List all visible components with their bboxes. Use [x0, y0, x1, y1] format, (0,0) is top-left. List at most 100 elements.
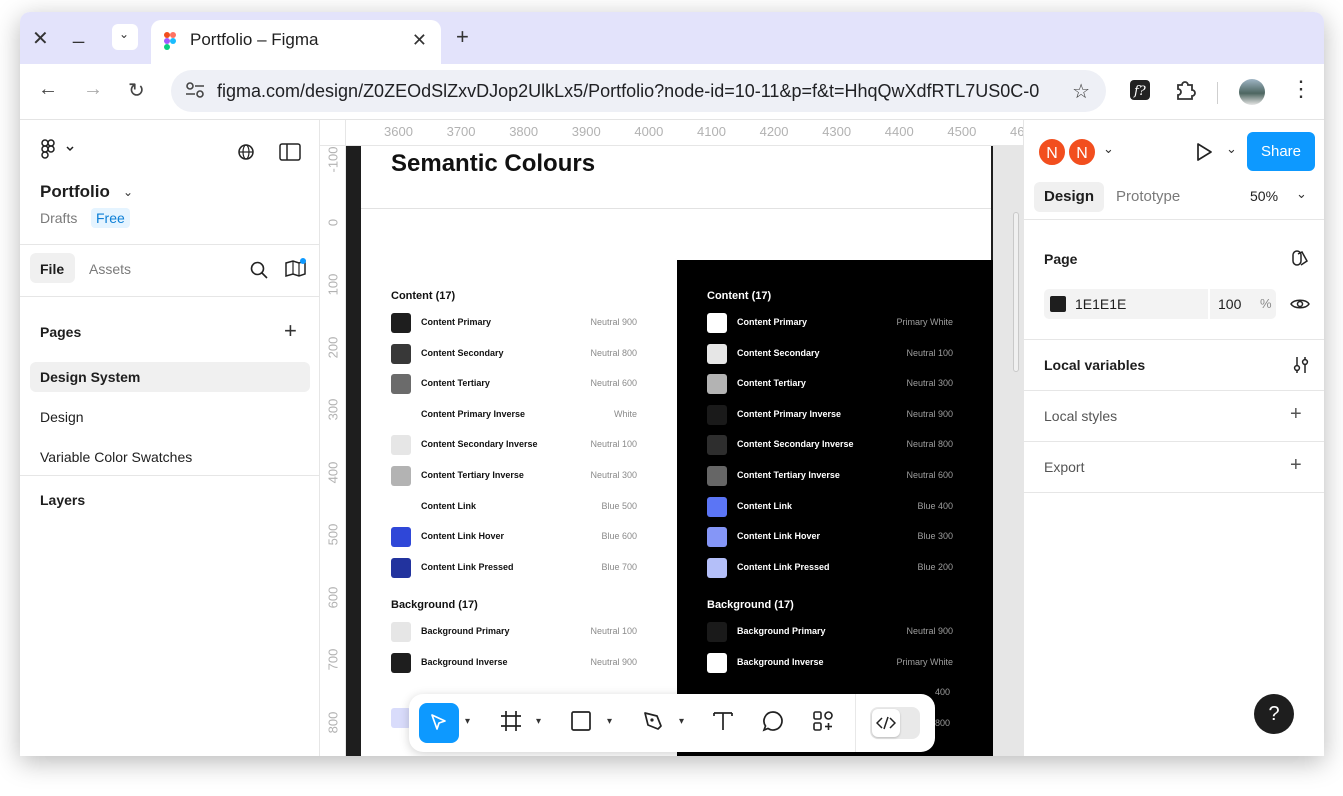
globe-icon[interactable] — [236, 142, 256, 167]
close-window-icon[interactable]: ✕ — [32, 26, 49, 51]
bookmark-star-icon[interactable]: ☆ — [1072, 79, 1090, 104]
color-swatch[interactable] — [1050, 296, 1066, 312]
swatch-row[interactable]: Content Secondary Neutral 100 — [707, 343, 953, 364]
extension-fx-icon[interactable]: f? — [1129, 79, 1151, 106]
tab-assets[interactable]: Assets — [89, 261, 131, 277]
swatch-token-value: Neutral 900 — [906, 408, 953, 419]
swatch-row[interactable]: Content Primary Inverse Neutral 900 — [707, 404, 953, 425]
swatch-row[interactable]: Content Link Blue 400 — [707, 496, 953, 517]
chevron-down-icon[interactable]: ⌄ — [1103, 141, 1114, 157]
swatch-row[interactable]: Content Link Hover Blue 600 — [391, 527, 637, 548]
swatch-row[interactable]: Background Inverse Neutral 900 — [391, 652, 637, 673]
move-tool-button[interactable] — [419, 703, 459, 743]
swatch-row[interactable]: Content Tertiary Inverse Neutral 300 — [391, 466, 637, 486]
minimize-window-icon[interactable]: _ — [73, 22, 84, 45]
browser-menu-icon[interactable]: ⋮ — [1290, 76, 1312, 102]
swatch-row[interactable]: Content Primary Primary White — [707, 313, 953, 333]
vertical-scrollbar[interactable] — [1013, 212, 1019, 372]
chevron-down-icon[interactable]: ▾ — [465, 716, 470, 727]
page-background-color-field[interactable]: 1E1E1E 100 % — [1044, 289, 1276, 319]
search-icon[interactable] — [249, 260, 269, 285]
color-hex-value[interactable]: 1E1E1E — [1075, 296, 1126, 312]
tab-file[interactable]: File — [40, 261, 64, 277]
swatch-token-value: Neutral 600 — [590, 378, 637, 389]
swatch-row[interactable]: Content Secondary Inverse Neutral 100 — [391, 435, 637, 456]
add-page-icon[interactable]: + — [284, 318, 297, 344]
swatch-token-value: Neutral 900 — [590, 656, 637, 667]
color-swatch — [707, 496, 727, 517]
present-play-icon[interactable] — [1194, 141, 1214, 168]
eye-visibility-icon[interactable] — [1290, 296, 1310, 317]
swatch-row[interactable]: Content Tertiary Inverse Neutral 600 — [707, 466, 953, 486]
close-tab-icon[interactable]: ✕ — [412, 30, 427, 51]
swatch-row[interactable]: Content Link Pressed Blue 200 — [707, 557, 953, 578]
page-item-design-system[interactable]: Design System — [40, 369, 140, 385]
site-settings-icon[interactable] — [185, 81, 205, 104]
swatch-row[interactable]: Content Secondary Neutral 800 — [391, 343, 637, 364]
browser-tab[interactable]: Portfolio – Figma ✕ — [151, 20, 441, 64]
tab-design[interactable]: Design — [1034, 182, 1105, 212]
swatch-row[interactable]: Content Primary Neutral 900 — [391, 313, 637, 333]
variables-settings-icon[interactable] — [1291, 355, 1311, 380]
help-button[interactable]: ? — [1254, 694, 1294, 734]
tab-search-button[interactable]: ⌄ — [112, 24, 138, 50]
opacity-value[interactable]: 100 — [1218, 296, 1241, 312]
page-item-variable-color-swatches[interactable]: Variable Color Swatches — [40, 449, 192, 465]
actions-tool-icon[interactable] — [811, 709, 835, 738]
comment-tool-icon[interactable] — [761, 709, 785, 738]
swatch-row[interactable]: Content Secondary Inverse Neutral 800 — [707, 435, 953, 456]
swatch-row[interactable]: Content Link Blue 500 — [391, 496, 637, 517]
share-button[interactable]: Share — [1247, 132, 1315, 171]
chevron-down-icon[interactable]: ⌄ — [1296, 186, 1307, 202]
chevron-down-icon[interactable]: ▾ — [679, 716, 684, 727]
text-tool-icon[interactable] — [711, 709, 735, 738]
swatch-row[interactable]: Content Tertiary Neutral 300 — [707, 374, 953, 395]
back-icon[interactable]: ← — [38, 78, 58, 101]
design-canvas[interactable]: Semantic Colours Content (17) Content Pri… — [320, 120, 1023, 756]
swatch-row[interactable]: Content Tertiary Neutral 600 — [391, 374, 637, 395]
add-export-icon[interactable]: + — [1290, 454, 1302, 477]
add-style-icon[interactable]: + — [1290, 403, 1302, 426]
swatch-row[interactable]: Background Primary Neutral 100 — [391, 622, 637, 642]
swatch-row[interactable]: Background Primary Neutral 900 — [707, 622, 953, 642]
reload-icon[interactable]: ↻ — [128, 78, 145, 103]
semantic-colours-frame[interactable]: Semantic Colours Content (17) Content Pri… — [361, 146, 993, 756]
swatch-name: Content Secondary — [421, 347, 504, 358]
pen-tool-icon[interactable] — [641, 709, 665, 738]
figma-main-menu-icon[interactable] — [40, 138, 74, 165]
rectangle-tool-icon[interactable] — [569, 709, 593, 738]
collaborator-avatar[interactable]: N — [1037, 137, 1067, 167]
local-variables-label[interactable]: Local variables — [1044, 357, 1145, 373]
tab-prototype[interactable]: Prototype — [1106, 182, 1190, 212]
collaborator-avatar[interactable]: N — [1067, 137, 1097, 167]
swatch-name: Content Link Pressed — [737, 561, 830, 572]
color-swatch — [391, 404, 411, 425]
file-location[interactable]: Drafts — [40, 210, 77, 226]
profile-avatar[interactable] — [1239, 79, 1265, 105]
frame-tool-icon[interactable] — [499, 709, 523, 738]
dev-mode-toggle[interactable] — [870, 707, 920, 739]
library-book-icon[interactable] — [284, 258, 308, 285]
extensions-puzzle-icon[interactable] — [1174, 79, 1196, 106]
swatch-row[interactable]: Content Link Pressed Blue 700 — [391, 557, 637, 578]
swatch-row[interactable]: Background Inverse Primary White — [707, 652, 953, 673]
swatch-row[interactable]: Content Primary Inverse White — [391, 404, 637, 425]
chevron-down-icon[interactable]: ⌄ — [123, 185, 133, 199]
address-bar[interactable]: figma.com/design/Z0ZEOdSlZxvDJop2UlkLx5/… — [171, 70, 1106, 112]
ruler-tick-label: 3600 — [384, 124, 413, 139]
style-library-icon[interactable] — [1290, 248, 1310, 273]
new-tab-icon[interactable]: + — [456, 24, 469, 50]
chevron-down-icon[interactable]: ▾ — [607, 716, 612, 727]
swatch-row[interactable]: Content Link Hover Blue 300 — [707, 527, 953, 548]
svg-text:f?: f? — [1133, 84, 1147, 99]
chevron-down-icon[interactable]: ▾ — [536, 716, 541, 727]
page-item-design[interactable]: Design — [40, 409, 84, 425]
ruler-tick-label: 46 — [1010, 124, 1023, 139]
pages-header: Pages — [40, 324, 82, 340]
forward-icon[interactable]: → — [83, 78, 103, 101]
toggle-sidebar-icon[interactable] — [279, 143, 301, 166]
ruler-tick-label: 4300 — [822, 124, 852, 139]
chevron-down-icon[interactable]: ⌄ — [1226, 141, 1237, 157]
file-name[interactable]: Portfolio — [40, 182, 110, 202]
zoom-level[interactable]: 50% — [1250, 188, 1278, 204]
